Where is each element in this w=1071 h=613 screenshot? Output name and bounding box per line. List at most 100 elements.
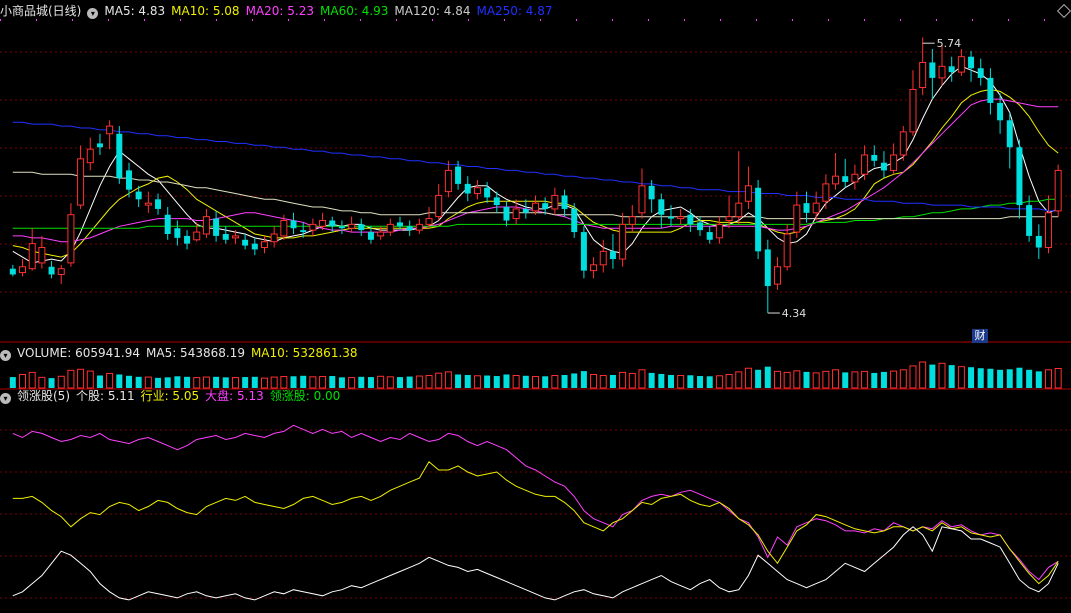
volume-bar xyxy=(377,375,385,389)
candle-body xyxy=(812,202,820,214)
volume-bar xyxy=(715,375,723,389)
volume-bar xyxy=(938,362,946,389)
candle-body xyxy=(164,214,171,234)
chart-canvas[interactable]: 5.74 4.34 xyxy=(0,0,1071,613)
collapse-circle-icon[interactable]: ▾ xyxy=(0,393,11,404)
volume-bar xyxy=(803,371,810,388)
high-marker-label: 5.74 xyxy=(937,37,962,50)
candle-body xyxy=(1026,205,1033,236)
volume-bar xyxy=(406,376,413,388)
candle-body xyxy=(106,125,114,135)
candle-body xyxy=(493,197,500,206)
volume-bar xyxy=(358,376,365,388)
candle-body xyxy=(125,170,132,190)
candle-body xyxy=(67,214,75,264)
volume-bar xyxy=(861,370,869,389)
candle-body xyxy=(28,243,36,270)
legend-ma10: MA10: 5.08 xyxy=(171,4,240,18)
volume-bar xyxy=(793,370,801,389)
volume-bar xyxy=(1035,371,1042,388)
candle-body xyxy=(367,232,374,240)
volume-bar xyxy=(619,371,627,389)
candle-body xyxy=(425,218,433,225)
candle-body xyxy=(909,88,917,133)
candle-body xyxy=(880,162,887,171)
candle-body xyxy=(202,216,210,235)
volume-bar xyxy=(1016,367,1023,388)
volume-bar xyxy=(880,371,887,388)
volume-bar xyxy=(435,372,443,389)
volume-bar xyxy=(386,376,394,389)
candle-body xyxy=(193,231,201,241)
legend-vol-ma10: MA10: 532861.38 xyxy=(250,346,358,360)
candle-body xyxy=(1044,212,1052,248)
candle-body xyxy=(648,185,655,200)
candle-body xyxy=(793,204,801,233)
candle-body xyxy=(1054,169,1062,212)
volume-bar xyxy=(997,369,1004,388)
volume-bar xyxy=(116,374,123,388)
volume-bar xyxy=(706,376,713,388)
volume-bar xyxy=(987,368,994,388)
volume-bar xyxy=(19,373,27,389)
volume-bar xyxy=(687,375,694,388)
volume-bar xyxy=(522,375,529,388)
volume-bar xyxy=(425,375,433,389)
candle-body xyxy=(561,195,568,209)
candle-body xyxy=(57,268,65,275)
candle-body xyxy=(444,169,452,193)
volume-bar xyxy=(444,371,452,389)
collapse-circle-icon[interactable]: ▾ xyxy=(0,350,11,361)
candle-body xyxy=(677,216,685,220)
volume-bar xyxy=(968,367,975,388)
volume-bar xyxy=(668,375,675,388)
candle-body xyxy=(725,216,733,222)
candle-body xyxy=(619,223,627,260)
candle-body xyxy=(9,268,16,275)
candle-body xyxy=(628,216,636,225)
legend-stock: 个股: 5.11 xyxy=(76,389,135,403)
candle-body xyxy=(580,232,587,271)
candle-body xyxy=(309,223,317,231)
volume-bar xyxy=(919,361,927,389)
volume-bar xyxy=(1026,369,1033,388)
legend-ma5: MA5: 4.83 xyxy=(104,4,166,18)
candle-body xyxy=(231,235,239,239)
volume-bar xyxy=(628,372,636,389)
volume-bar xyxy=(106,372,114,389)
collapse-circle-icon[interactable]: ▾ xyxy=(87,8,99,19)
candle-body xyxy=(531,202,540,212)
volume-bar xyxy=(512,375,520,389)
candle-body xyxy=(744,185,752,202)
volume-bar xyxy=(812,372,820,389)
candle-body xyxy=(38,246,46,264)
candle-body xyxy=(658,199,665,215)
volume-bar xyxy=(531,376,540,389)
volume-bar xyxy=(77,368,85,389)
candle-body xyxy=(948,66,955,73)
candle-body xyxy=(329,220,336,227)
volume-bar xyxy=(67,369,75,389)
candle-body xyxy=(503,207,510,221)
volume-bar xyxy=(580,371,587,388)
legend-indicator-title: 领涨股(5) xyxy=(17,389,70,403)
candle-body xyxy=(842,176,849,182)
candle-body xyxy=(19,266,27,274)
volume-bar xyxy=(28,371,36,389)
volume-bar xyxy=(648,372,655,388)
legend-vol-ma5: MA5: 543868.19 xyxy=(146,346,245,360)
volume-bar xyxy=(473,375,481,389)
candle-body xyxy=(242,239,249,246)
candle-body xyxy=(899,131,907,156)
candle-body xyxy=(706,232,713,240)
finance-marker[interactable]: 财 xyxy=(972,329,988,343)
volume-bar xyxy=(764,366,771,388)
candle-body xyxy=(464,183,471,194)
candle-body xyxy=(86,148,94,164)
candle-body xyxy=(822,183,830,202)
candle-body xyxy=(260,241,268,248)
candle-body xyxy=(957,56,965,73)
legend-ma60: MA60: 4.93 xyxy=(320,4,389,18)
candle-body xyxy=(222,234,229,240)
volume-bar xyxy=(977,368,984,388)
